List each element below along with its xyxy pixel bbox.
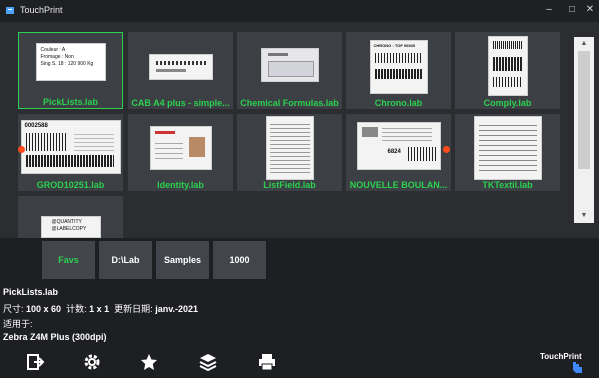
tab-d-lab[interactable]: D:\Lab xyxy=(99,241,152,279)
selected-filename: PickLists.lab xyxy=(3,287,59,297)
applies-to-label: 适用于: xyxy=(3,319,33,329)
star-icon[interactable] xyxy=(139,352,159,372)
label-thumbnail xyxy=(260,48,319,82)
tile-label: Comply.lab xyxy=(483,98,532,108)
label-thumbnail xyxy=(148,54,213,80)
tile-label: TKTextil.lab xyxy=(482,180,533,190)
status-dot xyxy=(443,146,450,153)
label-thumbnail xyxy=(265,116,314,180)
label-thumbnail: @QUANTITY @LABELCOPY xyxy=(40,216,101,238)
label-thumbnail: 6824 xyxy=(356,122,441,170)
app-icon xyxy=(6,7,14,14)
label-thumbnail xyxy=(149,126,212,170)
tile-label: Chemical Formulas.lab xyxy=(240,98,339,108)
tile-label: Chrono.lab xyxy=(374,98,423,108)
close-icon[interactable]: ✕ xyxy=(582,3,598,17)
printer-icon[interactable] xyxy=(257,352,277,372)
tile-chrono[interactable]: CHRONO : TOF 06945 Chrono.lab xyxy=(346,32,451,109)
scrollbar-thumb[interactable] xyxy=(578,51,590,169)
tile-label: GROD10251.lab xyxy=(36,180,105,190)
tile-chemical-formulas[interactable]: Chemical Formulas.lab xyxy=(237,32,342,109)
tile-tktextil[interactable]: TKTextil.lab xyxy=(455,114,560,191)
tab-1000[interactable]: 1000 xyxy=(213,241,266,279)
printer-name: Zebra Z4M Plus (300dpi) xyxy=(3,332,107,342)
layers-icon[interactable] xyxy=(198,352,218,372)
tile-comply[interactable]: Comply.lab xyxy=(455,32,560,109)
tile-label: PickLists.lab xyxy=(42,97,99,107)
tile-label: Identity.lab xyxy=(157,180,204,190)
tile-label: NOUVELLE BOULAN... xyxy=(349,180,448,190)
tile-label: ListField.lab xyxy=(263,180,316,190)
label-thumbnail: CHRONO : TOF 06945 xyxy=(369,40,428,94)
tile-cab-a4[interactable]: CAB A4 plus - simple... xyxy=(128,32,233,109)
label-thumbnail: 0002588 xyxy=(20,120,121,174)
window-title: TouchPrint xyxy=(20,5,63,15)
tab-samples[interactable]: Samples xyxy=(156,241,209,279)
label-details: 尺寸: 100 x 60 计数: 1 x 1 更新日期: janv.-2021 xyxy=(3,304,199,314)
tile-listfield[interactable]: ListField.lab xyxy=(237,114,342,191)
minimize-icon[interactable]: – xyxy=(541,3,557,17)
gear-icon[interactable] xyxy=(82,352,102,372)
gallery-scrollbar[interactable]: ▲ ▼ xyxy=(574,37,594,223)
title-bar: TouchPrint – □ ✕ xyxy=(0,0,599,22)
tab-favs[interactable]: Favs xyxy=(42,241,95,279)
tile-identity[interactable]: Identity.lab xyxy=(128,114,233,191)
tile-quantity[interactable]: @QUANTITY @LABELCOPY xyxy=(18,196,123,238)
hand-icon xyxy=(573,362,582,373)
scroll-down-icon[interactable]: ▼ xyxy=(574,209,594,223)
tile-grod10251[interactable]: 0002588 GROD10251.lab xyxy=(18,114,123,191)
label-thumbnail: Couleur : A Fromage : Non Sing S. 18 : 120… xyxy=(35,43,106,81)
scroll-up-icon[interactable]: ▲ xyxy=(574,37,594,51)
touchprint-logo: TouchPrint xyxy=(540,352,582,373)
maximize-icon[interactable]: □ xyxy=(564,3,580,17)
tile-label: CAB A4 plus - simple... xyxy=(131,98,230,108)
label-thumbnail xyxy=(473,116,542,180)
label-thumbnail xyxy=(487,36,528,96)
tile-nouvelle-boulangerie[interactable]: 6824 NOUVELLE BOULAN... xyxy=(346,114,451,191)
exit-icon[interactable] xyxy=(25,352,45,372)
status-dot xyxy=(18,146,25,153)
tile-picklists[interactable]: Couleur : A Fromage : Non Sing S. 18 : 120… xyxy=(18,32,123,109)
